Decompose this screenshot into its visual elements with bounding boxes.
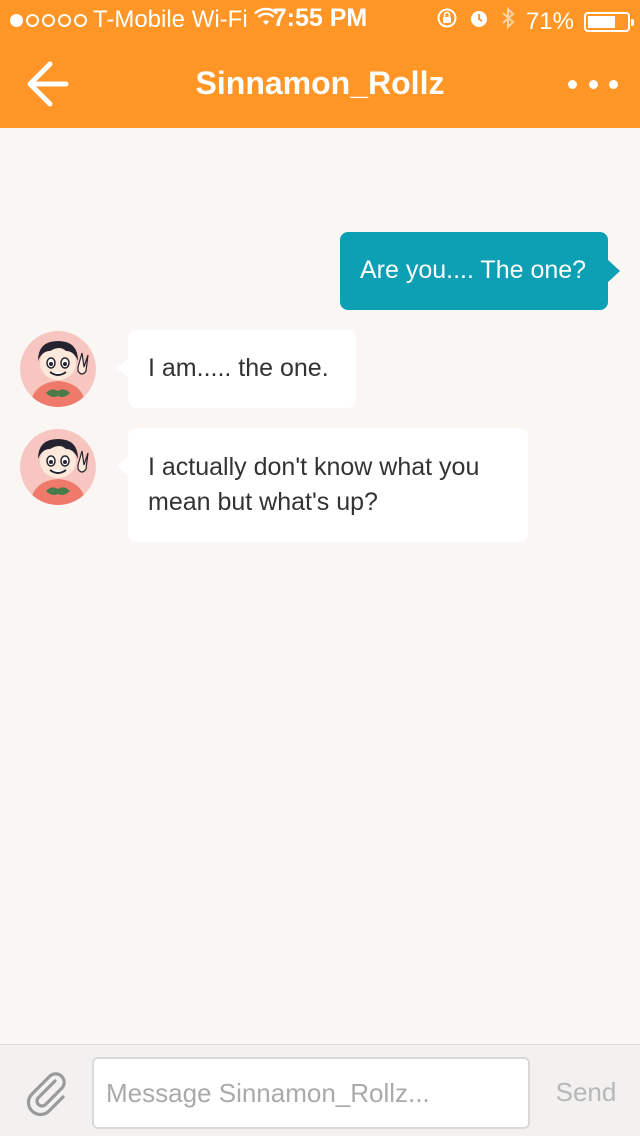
more-horizontal-icon [568,79,577,89]
send-button[interactable]: Send [540,1071,632,1113]
more-options-button[interactable] [568,70,618,98]
orientation-lock-icon [436,7,458,36]
status-bar: T-Mobile Wi-Fi 7:55 PM 71% [0,0,640,40]
bluetooth-icon [500,6,516,37]
message-text-line: mean but what's up? [148,488,378,516]
paperclip-icon [26,1072,66,1117]
battery-icon [584,11,634,32]
avatar-image [20,429,96,505]
message-text: Are you.... The one? [360,256,587,284]
conversation-title: Sinnamon_Rollz [195,65,445,101]
alarm-icon [468,7,490,36]
message-text: I am..... the one. [148,354,329,382]
battery-percent: 71% [525,7,574,35]
attach-button[interactable] [22,1067,72,1117]
nav-bar: Sinnamon_Rollz [0,40,640,128]
battery-level [588,15,615,28]
message-input[interactable] [92,1057,530,1129]
status-right: 71% [436,6,634,37]
app-header: T-Mobile Wi-Fi 7:55 PM 71% Sinnamon_Roll… [0,0,640,128]
avatar[interactable] [20,331,96,407]
arrow-left-icon [27,61,69,107]
back-button[interactable] [18,58,74,110]
message-bubble-outgoing[interactable]: Are you.... The one? [340,232,620,310]
avatar[interactable] [20,429,96,505]
message-list[interactable]: Are you.... The one? I am..... the one. [0,128,640,1044]
message-bubble-incoming[interactable]: I am..... the one. [117,330,356,408]
message-bubble-incoming[interactable]: I actually don't know what you mean but … [117,428,528,542]
compose-bar: Send [0,1044,640,1136]
message-text-line: I actually don't know what you [148,453,480,481]
avatar-image [20,331,96,407]
